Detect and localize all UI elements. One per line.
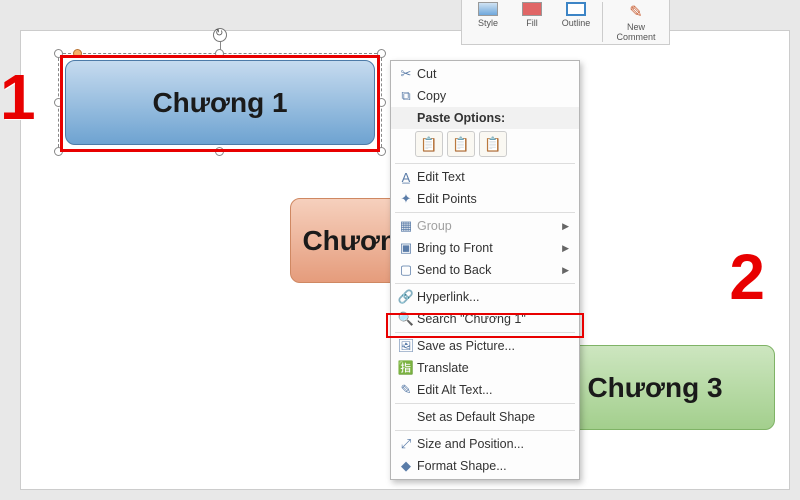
outline-label: Outline [557,18,595,28]
paste-option-1[interactable]: 📋 [415,131,443,157]
menu-send-back[interactable]: ▢ Send to Back ▶ [391,259,579,281]
menu-save-picture[interactable]: 🖼 Save as Picture... [391,335,579,357]
menu-cut[interactable]: ✂ Cut [391,63,579,85]
menu-format-shape[interactable]: ◆ Format Shape... [391,455,579,477]
fill-label: Fill [513,18,551,28]
new-comment-button[interactable]: ✎ New Comment [607,2,665,42]
new-comment-label: New Comment [610,22,662,42]
menu-hyperlink[interactable]: 🔗 Hyperlink... [391,286,579,308]
menu-size-position[interactable]: ⤢ Size and Position... [391,433,579,455]
group-icon: ▦ [395,217,417,235]
annotation-number-1: 1 [0,60,36,134]
menu-edit-alt-text[interactable]: ✎ Edit Alt Text... [391,379,579,401]
format-shape-icon: ◆ [395,457,417,475]
submenu-arrow-icon: ▶ [562,221,569,232]
menu-translate[interactable]: 🈯 Translate [391,357,579,379]
menu-copy[interactable]: ⧉ Copy [391,85,579,107]
menu-paste-options-header: Paste Options: [391,107,579,129]
menu-bring-front[interactable]: ▣ Bring to Front ▶ [391,237,579,259]
translate-icon: 🈯 [395,359,417,377]
hyperlink-icon: 🔗 [395,288,417,306]
menu-search[interactable]: 🔍 Search "Chương 1" [391,308,579,330]
menu-edit-points[interactable]: ✦ Edit Points [391,188,579,210]
save-picture-icon: 🖼 [395,337,417,355]
style-button[interactable]: Style [466,2,510,42]
size-position-icon: ⤢ [395,435,417,453]
context-menu: ✂ Cut ⧉ Copy Paste Options: 📋 📋 📋 A̲ Edi… [390,60,580,480]
shape-3-text: Chương 3 [587,372,722,404]
cut-icon: ✂ [395,65,417,83]
mini-toolbar: Style Fill Outline ✎ New Comment [461,0,670,45]
menu-group: ▦ Group ▶ [391,215,579,237]
menu-edit-text[interactable]: A̲ Edit Text [391,166,579,188]
outline-button[interactable]: Outline [554,2,598,42]
copy-icon: ⧉ [395,87,417,105]
shape-1-text: Chương 1 [152,87,287,119]
fill-button[interactable]: Fill [510,2,554,42]
paste-option-2[interactable]: 📋 [447,131,475,157]
menu-set-default-shape[interactable]: Set as Default Shape [391,406,579,428]
paste-options-row: 📋 📋 📋 [391,129,579,161]
submenu-arrow-icon: ▶ [562,243,569,254]
shape-chuong-1[interactable]: Chương 1 [65,60,375,145]
edit-text-icon: A̲ [395,168,417,186]
search-icon: 🔍 [395,310,417,328]
paste-option-3[interactable]: 📋 [479,131,507,157]
edit-points-icon: ✦ [395,190,417,208]
bring-front-icon: ▣ [395,239,417,257]
annotation-number-2: 2 [729,240,765,314]
send-back-icon: ▢ [395,261,417,279]
alt-text-icon: ✎ [395,381,417,399]
submenu-arrow-icon: ▶ [562,265,569,276]
style-label: Style [469,18,507,28]
